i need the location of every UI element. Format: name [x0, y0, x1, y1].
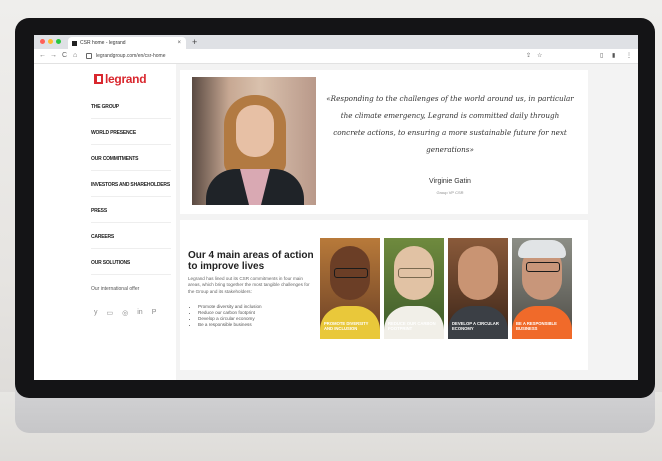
quote-author-name: Virginie Gatin — [429, 178, 471, 185]
extension-icon[interactable]: ▮ — [612, 51, 615, 61]
sidebar-toggle-icon[interactable]: ▯ — [600, 51, 603, 61]
areas-card: Our 4 main areas of action to improve li… — [180, 220, 588, 370]
minimize-window-button[interactable] — [48, 39, 53, 44]
new-tab-button[interactable]: + — [192, 37, 197, 47]
quote-author-role: Group VP CSR — [436, 190, 464, 195]
portrait-face — [236, 105, 274, 157]
nav-item-investors[interactable]: INVESTORS AND SHAREHOLDERS — [91, 182, 170, 188]
favicon-icon — [72, 40, 77, 46]
monitor-screen: CSR home - legrand × + ← → C ⌂ legrandgr… — [34, 35, 638, 380]
browser-tab-bar: CSR home - legrand × + — [34, 35, 638, 49]
nav-divider — [91, 170, 171, 171]
bookmark-star-icon[interactable]: ☆ — [537, 51, 542, 61]
tile-photo-face — [458, 246, 498, 300]
url-text: legrandgroup.com/en/csr-home — [96, 53, 166, 59]
nav-item-our-commitments[interactable]: OUR COMMITMENTS — [91, 156, 138, 162]
home-icon[interactable]: ⌂ — [73, 51, 77, 61]
areas-intro: Legrand has lined out its CSR commitment… — [188, 276, 310, 294]
areas-bullet-list: Promote diversity and inclusion Reduce o… — [188, 304, 328, 328]
legrand-logo-text: legrand — [105, 72, 147, 86]
quote-card: «Responding to the challenges of the wor… — [180, 70, 588, 214]
menu-dots-icon[interactable]: ⋮ — [626, 51, 632, 61]
nav-item-world-presence[interactable]: WORLD PRESENCE — [91, 130, 136, 136]
list-item: Be a responsible business — [198, 322, 328, 328]
nav-item-our-solutions[interactable]: OUR SOLUTIONS — [91, 260, 130, 266]
site-sidebar: legrand THE GROUP WORLD PRESENCE OUR COM… — [34, 64, 176, 380]
reload-icon[interactable]: C — [62, 51, 67, 61]
tile-circular-economy[interactable]: DEVELOP A CIRCULAR ECONOMY — [448, 238, 508, 339]
maximize-window-button[interactable] — [56, 39, 61, 44]
twitter-icon[interactable]: y — [94, 309, 98, 317]
tile-label: BE A RESPONSIBLE BUSINESS — [516, 321, 557, 331]
nav-item-careers[interactable]: CAREERS — [91, 234, 114, 240]
tile-label: REDUCE OUR CARBON FOOTPRINT — [388, 321, 436, 331]
nav-divider — [91, 222, 171, 223]
area-tiles: PROMOTE DIVERSITY AND INCLUSION REDUCE O… — [320, 238, 572, 339]
portrait-photo — [192, 77, 316, 205]
tile-responsible-business[interactable]: BE A RESPONSIBLE BUSINESS — [512, 238, 572, 339]
tile-carbon-footprint[interactable]: REDUCE OUR CARBON FOOTPRINT — [384, 238, 444, 339]
pinterest-icon[interactable]: P — [152, 309, 157, 317]
tile-label: PROMOTE DIVERSITY AND INCLUSION — [324, 321, 369, 331]
legrand-logo-mark-icon — [94, 74, 103, 84]
tile-label: DEVELOP A CIRCULAR ECONOMY — [452, 321, 499, 331]
close-tab-icon[interactable]: × — [177, 40, 181, 46]
forward-arrow-icon[interactable]: → — [50, 51, 57, 61]
nav-item-the-group[interactable]: THE GROUP — [91, 104, 119, 110]
nav-divider — [91, 274, 171, 275]
address-bar[interactable]: legrandgroup.com/en/csr-home — [86, 52, 546, 60]
areas-title: Our 4 main areas of action to improve li… — [188, 250, 314, 272]
browser-tab[interactable]: CSR home - legrand × — [68, 37, 186, 49]
nav-divider — [91, 144, 171, 145]
youtube-icon[interactable]: ▭ — [107, 309, 114, 317]
tile-photo-glasses — [398, 268, 432, 278]
lock-icon — [86, 52, 92, 59]
social-links: y ▭ ◎ in P — [94, 309, 156, 317]
tile-photo-glasses — [334, 268, 368, 278]
share-icon[interactable]: ⇪ — [526, 51, 531, 61]
instagram-icon[interactable]: ◎ — [122, 309, 128, 317]
tile-photo-hard-hat — [518, 240, 566, 258]
tile-diversity-inclusion[interactable]: PROMOTE DIVERSITY AND INCLUSION — [320, 238, 380, 339]
nav-divider — [91, 248, 171, 249]
window-controls — [40, 39, 61, 44]
ceo-quote: «Responding to the challenges of the wor… — [326, 94, 574, 154]
tile-photo-glasses — [526, 262, 560, 272]
nav-item-press[interactable]: PRESS — [91, 208, 107, 214]
close-window-button[interactable] — [40, 39, 45, 44]
linkedin-icon[interactable]: in — [137, 309, 142, 317]
main-content: «Responding to the challenges of the wor… — [176, 64, 638, 380]
back-arrow-icon[interactable]: ← — [39, 51, 46, 61]
nav-divider — [91, 118, 171, 119]
international-offer-link[interactable]: Our international offer — [91, 286, 139, 292]
nav-divider — [91, 196, 171, 197]
tab-title: CSR home - legrand — [80, 40, 126, 46]
legrand-logo[interactable]: legrand — [94, 72, 147, 86]
browser-toolbar: ← → C ⌂ legrandgroup.com/en/csr-home ⇪ ☆… — [34, 49, 638, 64]
